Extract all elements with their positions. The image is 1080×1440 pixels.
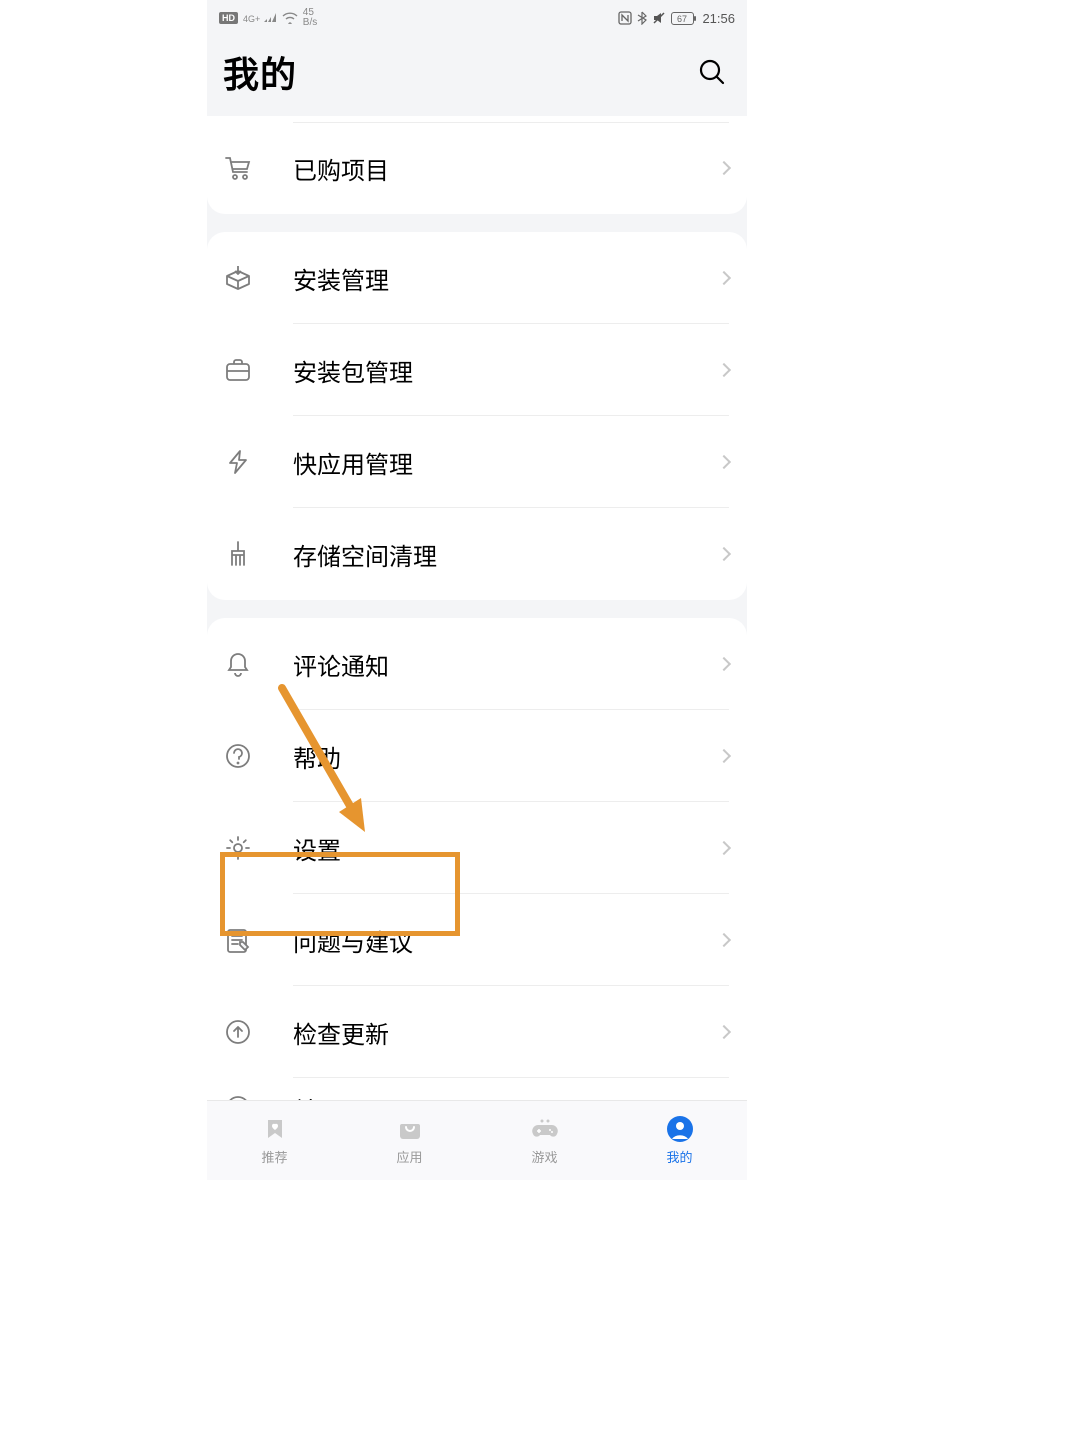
row-label: 评论通知 [293, 647, 719, 682]
card-other: 评论通知 帮助 设置 [207, 618, 747, 1110]
search-icon [698, 58, 726, 86]
row-package-mgmt[interactable]: 安装包管理 [207, 324, 747, 416]
feedback-icon [223, 925, 253, 955]
battery-icon: 67 [671, 12, 697, 25]
help-icon [223, 741, 253, 771]
status-right: 67 21:56 [618, 11, 735, 26]
row-label: 帮助 [293, 739, 719, 774]
lightning-icon [223, 447, 253, 477]
chevron-right-icon [717, 841, 731, 855]
header: 我的 [207, 36, 747, 116]
row-quick-app-mgmt[interactable]: 快应用管理 [207, 416, 747, 508]
nfc-icon [618, 11, 632, 25]
nav-label: 应用 [396, 1147, 422, 1166]
network-speed: 45 B/s [303, 8, 317, 28]
nav-label: 游戏 [531, 1147, 557, 1166]
nav-label: 我的 [666, 1147, 692, 1166]
gear-icon [223, 833, 253, 863]
install-icon [223, 263, 253, 293]
row-install-mgmt[interactable]: 安装管理 [207, 232, 747, 324]
row-label: 已购项目 [293, 151, 719, 186]
chevron-right-icon [717, 1025, 731, 1039]
bag-icon [396, 1115, 424, 1143]
row-settings[interactable]: 设置 [207, 802, 747, 894]
chevron-right-icon [717, 749, 731, 763]
chevron-right-icon [717, 547, 731, 561]
status-left: HD 4G+ 45 B/s [219, 8, 317, 28]
chevron-right-icon [717, 657, 731, 671]
search-button[interactable] [697, 57, 727, 87]
chevron-right-icon [717, 161, 731, 175]
nav-label: 推荐 [261, 1147, 287, 1166]
chevron-right-icon [717, 271, 731, 285]
row-label: 问题与建议 [293, 923, 719, 958]
bluetooth-icon [637, 11, 647, 25]
mute-icon [652, 11, 666, 25]
chevron-right-icon [717, 933, 731, 947]
row-label: 快应用管理 [293, 445, 719, 480]
page-title: 我的 [223, 46, 297, 98]
nav-me[interactable]: 我的 [612, 1101, 747, 1180]
row-help[interactable]: 帮助 [207, 710, 747, 802]
nav-recommend[interactable]: 推荐 [207, 1101, 342, 1180]
row-feedback[interactable]: 问题与建议 [207, 894, 747, 986]
card-management: 安装管理 安装包管理 快应用管理 [207, 232, 747, 600]
gamepad-icon [531, 1115, 559, 1143]
row-label: 安装包管理 [293, 353, 719, 388]
chevron-right-icon [717, 363, 731, 377]
clock: 21:56 [702, 11, 735, 26]
phone-frame: HD 4G+ 45 B/s 67 [207, 0, 747, 1180]
row-purchased[interactable]: 已购项目 [207, 122, 747, 214]
heart-bookmark-icon [261, 1115, 289, 1143]
nav-games[interactable]: 游戏 [477, 1101, 612, 1180]
row-label: 安装管理 [293, 261, 719, 296]
bell-icon [223, 649, 253, 679]
person-icon [666, 1115, 694, 1143]
scroll-area[interactable]: 已购项目 安装管理 安装包管理 [207, 116, 747, 1110]
hd-badge: HD [219, 12, 238, 24]
briefcase-icon [223, 355, 253, 385]
update-icon [223, 1017, 253, 1047]
bottom-nav: 推荐 应用 游戏 我的 [207, 1100, 747, 1180]
row-comment-notify[interactable]: 评论通知 [207, 618, 747, 710]
row-check-update[interactable]: 检查更新 [207, 986, 747, 1078]
cart-icon [223, 153, 253, 183]
status-bar: HD 4G+ 45 B/s 67 [207, 0, 747, 36]
row-label: 存储空间清理 [293, 537, 719, 572]
wifi-icon [282, 12, 298, 24]
card-purchases: 已购项目 [207, 116, 747, 214]
row-label: 设置 [293, 831, 719, 866]
svg-text:67: 67 [677, 14, 687, 24]
signal-icon: 4G+ [243, 13, 277, 24]
chevron-right-icon [717, 455, 731, 469]
nav-apps[interactable]: 应用 [342, 1101, 477, 1180]
row-storage-clean[interactable]: 存储空间清理 [207, 508, 747, 600]
broom-icon [223, 539, 253, 569]
row-label: 检查更新 [293, 1015, 719, 1050]
